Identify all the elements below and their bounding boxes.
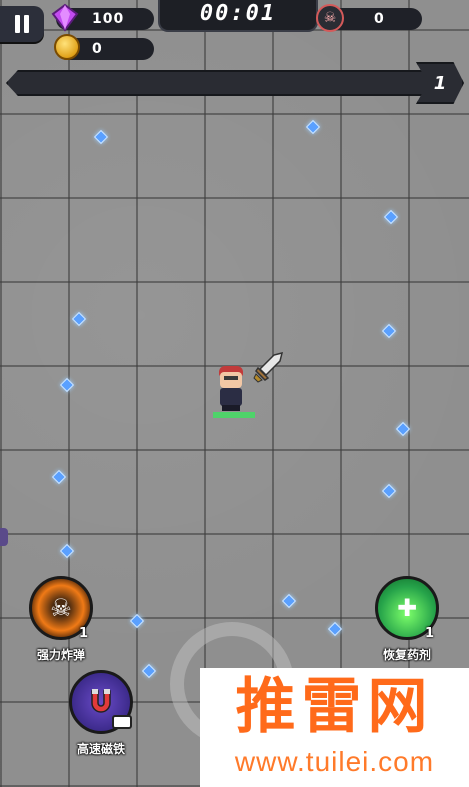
potion-count: 1 (424, 626, 434, 641)
top-hud: 100 0 00:01 ☠ 0 (0, 0, 469, 60)
pause-icon (14, 15, 30, 33)
player-health-fill (213, 412, 255, 418)
xp-bar (6, 70, 436, 96)
magnet-skill-button[interactable]: 高速磁铁 (62, 670, 140, 757)
player-health-bar (213, 412, 255, 418)
coin-count: 0 (92, 41, 103, 57)
video-ad-icon (112, 715, 132, 729)
magnet-icon (69, 670, 133, 734)
coin-counter: 0 (54, 34, 154, 60)
player-head (220, 372, 242, 388)
bomb-skill-button[interactable]: ☠ 1 强力炸弹 (24, 576, 98, 663)
game-timer: 00:01 (158, 0, 318, 32)
player-character (212, 366, 252, 416)
gem-count: 100 (92, 11, 125, 27)
player-visor (224, 376, 238, 380)
sword-icon (253, 351, 284, 383)
player-body (220, 388, 242, 406)
potion-skill-button[interactable]: ✚ 1 恢复药剂 (370, 576, 444, 663)
pause-button[interactable] (0, 6, 44, 42)
enemy-sprite (0, 528, 8, 546)
watermark-title: 推雷网 (235, 672, 434, 742)
bomb-skull-icon: ☠ 1 (29, 576, 93, 641)
magnet-skill-label: 高速磁铁 (76, 742, 125, 756)
bomb-skill-label: 强力炸弹 (36, 648, 85, 662)
magnet-shape (91, 689, 111, 713)
skull-target-icon: ☠ (316, 4, 344, 32)
watermark-overlay: 推雷网 www.tuilei.com (200, 668, 469, 787)
diamond-icon (51, 3, 79, 32)
player-legs (222, 405, 240, 411)
kill-counter: ☠ 0 (316, 4, 422, 32)
potion-skill-label: 恢复药剂 (382, 648, 431, 662)
potion-icon: ✚ 1 (375, 576, 439, 641)
watermark-url: www.tuilei.com (234, 746, 435, 777)
kill-count: 0 (374, 11, 385, 27)
bomb-count: 1 (78, 626, 88, 641)
coin-icon (54, 34, 80, 60)
gem-counter: 100 (51, 3, 154, 32)
